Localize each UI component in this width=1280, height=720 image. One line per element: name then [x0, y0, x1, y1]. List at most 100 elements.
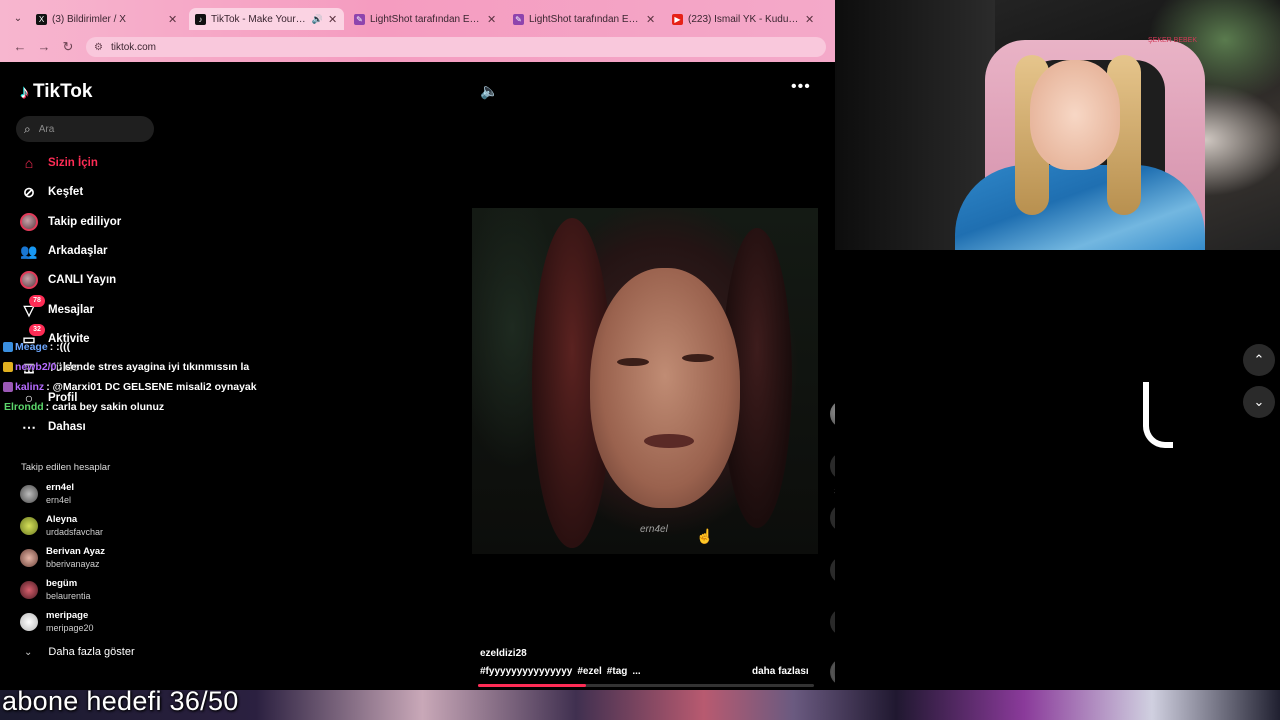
close-icon[interactable]: ✕ — [646, 13, 656, 26]
search-input[interactable] — [38, 123, 134, 135]
tab-tiktok[interactable]: ♪ TikTok - Make Your Day 🔊 ✕ — [189, 8, 344, 30]
more-options-icon[interactable]: ••• — [791, 78, 811, 96]
chevron-down-icon[interactable]: ⌄ — [1243, 386, 1275, 418]
chat-message: newb2/0: sende stres ayagina iyi tıkınmı… — [3, 358, 249, 376]
webcam-detail — [955, 165, 1205, 250]
close-icon[interactable]: ✕ — [328, 13, 338, 26]
feather-icon: ✎ — [513, 13, 524, 25]
chevron-down-icon: ⌄ — [24, 646, 33, 658]
nav-label: Keşfet — [48, 186, 84, 198]
stream-layout: ⌄ X (3) Bildirimler / X ✕ ♪ TikTok - Mak… — [0, 0, 1280, 720]
nav-label: Sizin İçin — [48, 157, 98, 169]
show-more-button[interactable]: ⌄ Daha fazla göster — [24, 646, 135, 658]
account-item[interactable]: meripage meripage20 — [20, 610, 94, 634]
account-handle: bberivanayaz — [46, 559, 100, 569]
tab-search-dropdown-icon[interactable]: ⌄ — [8, 10, 28, 28]
logo-text: TikTok — [33, 81, 93, 102]
video-player[interactable]: ern4el — [472, 208, 818, 554]
hashtag[interactable]: #fyyyyyyyyyyyyyyy — [480, 666, 572, 677]
forward-arrow-icon[interactable]: → — [36, 39, 52, 55]
nav-friends[interactable]: 👥 Arkadaşlar — [20, 240, 107, 262]
speaker-icon[interactable]: 🔊 — [312, 14, 323, 25]
chevron-up-icon[interactable]: ⌃ — [1243, 344, 1275, 376]
live-avatar-icon — [20, 271, 38, 289]
address-bar: ← → ↻ ⚙ tiktok.com — [0, 32, 835, 62]
nav-label: Arkadaşlar — [48, 245, 108, 257]
messages-badge: 78 — [29, 295, 45, 307]
nav-messages[interactable]: ▽ 78 Mesajlar — [20, 295, 95, 321]
tiktok-note-icon: ♪ — [20, 81, 29, 102]
hashtag[interactable]: #tag — [607, 666, 628, 677]
tab-lightshot-2[interactable]: ✎ LightShot tarafından Ekran Gör… ✕ — [507, 8, 662, 30]
nav-more[interactable]: ⋯ Dahası — [20, 416, 86, 438]
browser-chrome: ⌄ X (3) Bildirimler / X ✕ ♪ TikTok - Mak… — [0, 0, 835, 62]
close-icon[interactable]: ✕ — [168, 13, 178, 26]
home-icon: ⌂ — [24, 155, 34, 171]
account-item[interactable]: ern4el ern4el — [20, 482, 74, 506]
reload-icon[interactable]: ↻ — [60, 39, 76, 55]
tab-title: TikTok - Make Your Day — [211, 13, 307, 25]
tab-title: LightShot tarafından Ekran Gör… — [529, 13, 641, 25]
tab-title: (223) İsmail YK - Kudur Baby (O… — [688, 13, 800, 25]
search-icon[interactable]: ⌕ — [24, 122, 31, 137]
nav-live[interactable]: CANLI Yayın — [20, 269, 116, 291]
search-box: ⌕ — [16, 116, 154, 142]
video-progress-bar[interactable] — [478, 684, 814, 687]
tab-youtube[interactable]: ▶ (223) İsmail YK - Kudur Baby (O… ✕ — [666, 8, 821, 30]
chat-message: Elrondd: carla bey sakin olunuz — [4, 398, 164, 416]
account-name: begüm — [46, 578, 78, 589]
see-more-link[interactable]: daha fazlası — [752, 666, 809, 677]
tiktok-icon: ♪ — [195, 13, 206, 25]
account-item[interactable]: Aleyna urdadsfavchar — [20, 514, 103, 538]
chat-text: : @Marxi01 DC GELSENE misali2 oynayak — [46, 381, 257, 393]
messages-icon: ▽ 78 — [20, 295, 45, 319]
x-icon: X — [36, 13, 47, 25]
hashtag[interactable]: #ezel — [577, 666, 601, 677]
webcam-feed: ŞEKER BEBEK — [835, 0, 1280, 250]
avatar — [20, 613, 38, 631]
close-icon[interactable]: ✕ — [805, 13, 815, 26]
nav-following[interactable]: Takip ediliyor — [20, 211, 121, 233]
avatar — [20, 517, 38, 535]
chat-badge-icon — [3, 382, 13, 392]
friends-icon: 👥 — [20, 242, 38, 259]
tab-title: LightShot tarafından Ekran Gör… — [370, 13, 482, 25]
video-frame-detail — [617, 358, 649, 366]
hashtag-ellipsis: ... — [632, 666, 641, 677]
chat-message: kalinz: @Marxi01 DC GELSENE misali2 oyna… — [3, 378, 257, 396]
show-more-label: Daha fazla göster — [48, 646, 135, 658]
following-accounts-title: Takip edilen hesaplar — [21, 462, 111, 473]
url-field[interactable]: ⚙ tiktok.com — [86, 37, 826, 57]
tab-lightshot-1[interactable]: ✎ LightShot tarafından Ekran Gör… ✕ — [348, 8, 503, 30]
video-author[interactable]: ezeldizi28 — [480, 648, 527, 659]
chat-text: : :((( — [49, 341, 71, 353]
tiktok-logo[interactable]: ♪ TikTok — [20, 81, 92, 103]
nav-for-you[interactable]: ⌂ Sizin İçin — [20, 152, 98, 174]
account-name: ern4el — [46, 482, 74, 493]
volume-icon[interactable]: 🔈 — [480, 82, 499, 100]
avatar — [20, 549, 38, 567]
more-icon: ⋯ — [22, 418, 36, 435]
account-name: meripage — [46, 610, 89, 621]
account-name: Berivan Ayaz — [46, 546, 105, 557]
feather-icon: ✎ — [354, 13, 365, 25]
video-watermark: ern4el — [640, 524, 668, 535]
webcam-detail — [1030, 60, 1120, 170]
account-item[interactable]: begüm belaurentia — [20, 578, 91, 602]
account-handle: ern4el — [46, 495, 72, 505]
site-info-icon[interactable]: ⚙ — [94, 42, 103, 53]
account-handle: urdadsfavchar — [46, 527, 104, 537]
tab-x-notifications[interactable]: X (3) Bildirimler / X ✕ — [30, 8, 184, 30]
compass-icon: ⊘ — [23, 183, 35, 200]
chat-badge-icon — [3, 342, 13, 352]
close-icon[interactable]: ✕ — [487, 13, 497, 26]
nav-label: Mesajlar — [48, 304, 95, 316]
subscriber-goal: abone hedefi 36/50 — [2, 686, 239, 716]
back-arrow-icon[interactable]: ← — [12, 39, 28, 55]
account-handle: belaurentia — [46, 591, 91, 601]
chat-username: Meage — [15, 341, 48, 353]
chat-username: Elrondd — [4, 401, 44, 413]
nav-explore[interactable]: ⊘ Keşfet — [20, 181, 83, 203]
account-item[interactable]: Berivan Ayaz bberivanayaz — [20, 546, 105, 570]
account-handle: meripage20 — [46, 623, 94, 633]
